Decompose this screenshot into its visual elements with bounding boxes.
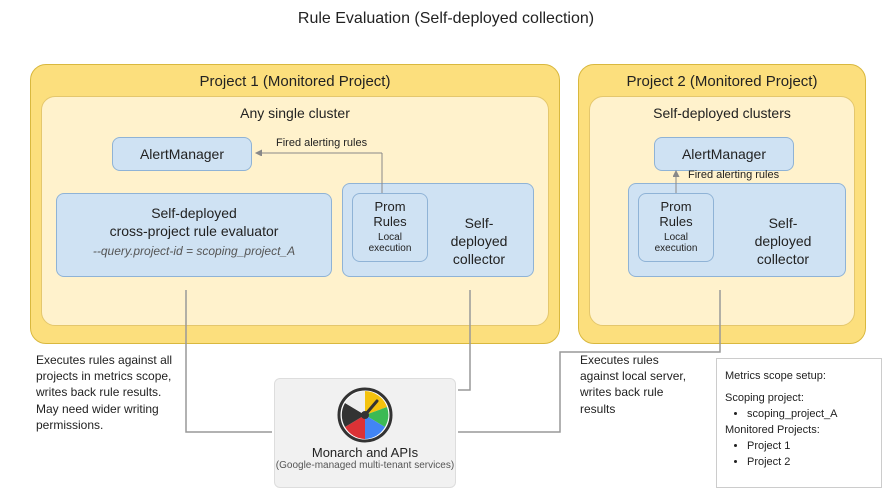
project-1-cluster: Any single cluster AlertManager Fired al…	[41, 96, 549, 326]
note-collector: Executes rules against local server, wri…	[580, 352, 700, 417]
monarch-apis-box: Monarch and APIs (Google-managed multi-t…	[274, 378, 456, 488]
project-2-container: Project 2 (Monitored Project) Self-deplo…	[578, 64, 866, 344]
gauge-icon	[337, 387, 393, 443]
note-evaluator: Executes rules against all projects in m…	[36, 352, 186, 433]
monarch-title: Monarch and APIs	[275, 445, 455, 460]
scoping-project-label: Scoping project:	[725, 391, 873, 407]
metrics-scope-box: Metrics scope setup: Scoping project: sc…	[716, 358, 882, 488]
scoping-project-value: scoping_project_A	[747, 407, 873, 423]
monarch-sub: (Google-managed multi-tenant services)	[275, 460, 455, 472]
project-1-title: Project 1 (Monitored Project)	[41, 73, 549, 90]
monitored-project-1: Project 1	[747, 439, 873, 455]
project-2-cluster: Self-deployed clusters AlertManager Fire…	[589, 96, 855, 326]
project-1-container: Project 1 (Monitored Project) Any single…	[30, 64, 560, 344]
project-2-title: Project 2 (Monitored Project)	[589, 73, 855, 90]
scope-heading: Metrics scope setup:	[725, 369, 873, 385]
diagram-title: Rule Evaluation (Self-deployed collectio…	[0, 0, 892, 28]
monitored-projects-label: Monitored Projects:	[725, 423, 873, 439]
monitored-project-2: Project 2	[747, 455, 873, 471]
